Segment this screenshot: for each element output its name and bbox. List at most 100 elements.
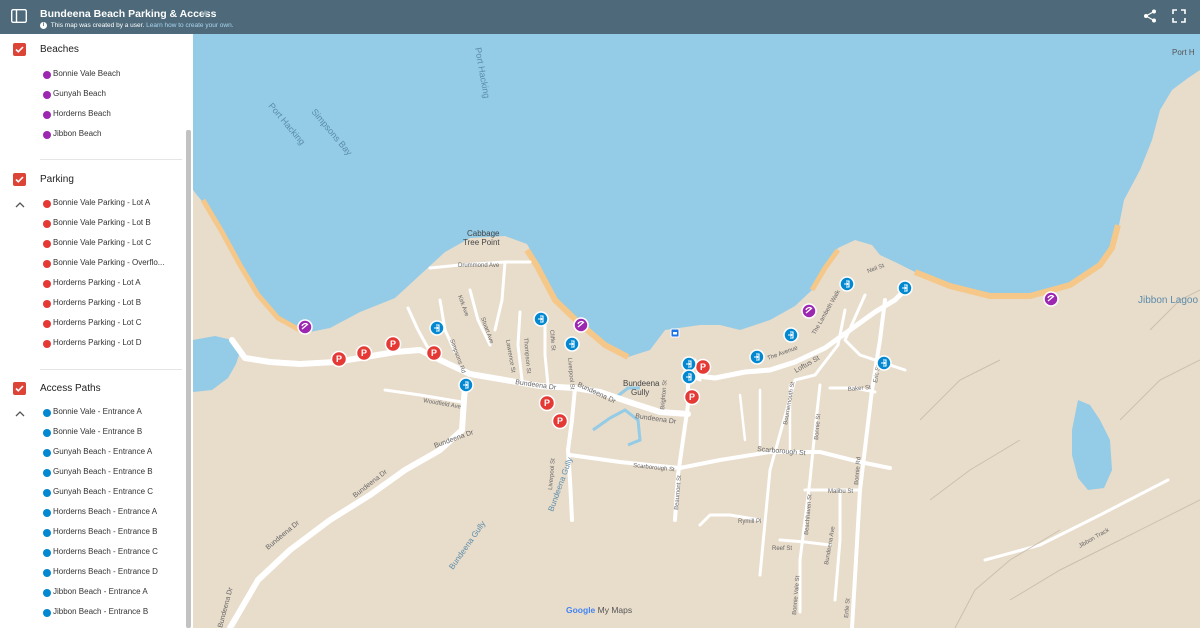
- list-item-parking[interactable]: Horderns Parking - Lot C: [0, 314, 185, 334]
- list-item-access[interactable]: Horderns Beach - Entrance C: [0, 543, 185, 563]
- beach-marker: [573, 317, 589, 333]
- parking-glyph: P: [361, 348, 367, 358]
- learn-more-link[interactable]: Learn how to create your own.: [146, 22, 233, 29]
- entrance-icon: [43, 489, 51, 497]
- layer-header-parking[interactable]: Parking: [0, 167, 185, 193]
- item-label: Jibbon Beach - Entrance A: [53, 587, 148, 596]
- list-item-access[interactable]: Jibbon Beach - Entrance B: [0, 603, 185, 623]
- list-item-access[interactable]: Bonnie Vale - Entrance B: [0, 423, 185, 443]
- water-label: Jibbon Lagoo: [1138, 295, 1198, 306]
- place-label: Bundeena: [623, 379, 660, 388]
- entrance-marker: [458, 377, 474, 393]
- parking-icon: [43, 260, 51, 268]
- item-label: Horderns Parking - Lot B: [53, 298, 142, 307]
- layer-name: Parking: [40, 174, 74, 185]
- list-item-access[interactable]: Horderns Beach - Entrance A: [0, 503, 185, 523]
- parking-icon: [43, 200, 51, 208]
- entrance-marker: [897, 280, 913, 296]
- entrance-icon: [43, 449, 51, 457]
- list-item-parking[interactable]: Horderns Parking - Lot B: [0, 294, 185, 314]
- place-label: Gully: [631, 388, 649, 397]
- list-item-beach[interactable]: Gunyah Beach: [0, 85, 185, 105]
- layer-header-beaches[interactable]: Beaches: [0, 37, 185, 63]
- layer-checkbox[interactable]: [13, 382, 26, 395]
- list-item-access[interactable]: Horderns Beach - Entrance D: [0, 563, 185, 583]
- beach-umbrella-icon: [43, 71, 51, 79]
- fullscreen-icon[interactable]: [1172, 9, 1186, 23]
- beach-marker: [801, 303, 817, 319]
- place-label: Tree Point: [463, 238, 500, 247]
- beach-marker: [297, 319, 313, 335]
- map-subtitle: i This map was created by a user. Learn …: [40, 22, 234, 29]
- list-item-beach[interactable]: Jibbon Beach: [0, 125, 185, 145]
- map-canvas[interactable]: Port Hacking Port Hacking Simpsons Bay P…: [193, 34, 1200, 628]
- entrance-marker: [783, 327, 799, 343]
- parking-glyph: P: [557, 416, 563, 426]
- item-label: Horderns Parking - Lot C: [53, 318, 142, 327]
- layer-checkbox[interactable]: [13, 43, 26, 56]
- layer-divider: [40, 369, 182, 370]
- item-label: Gunyah Beach - Entrance B: [53, 467, 153, 476]
- place-label: Cabbage: [467, 229, 500, 238]
- item-label: Gunyah Beach - Entrance A: [53, 447, 153, 456]
- list-item-access[interactable]: Jibbon Beach - Entrance A: [0, 583, 185, 603]
- my-maps-label: My Maps: [597, 605, 633, 615]
- entrance-icon: [43, 569, 51, 577]
- layer-divider: [40, 159, 182, 160]
- entrance-marker: [681, 369, 697, 385]
- list-item-parking[interactable]: Bonnie Vale Parking - Lot A: [0, 194, 185, 214]
- item-label: Gunyah Beach - Entrance C: [53, 487, 154, 496]
- layer-name: Beaches: [40, 44, 79, 55]
- beach-umbrella-icon: [43, 91, 51, 99]
- list-item-beach[interactable]: Bonnie Vale Beach: [0, 65, 185, 85]
- list-item-parking[interactable]: Bonnie Vale Parking - Overflo...: [0, 254, 185, 274]
- parking-glyph: P: [390, 339, 396, 349]
- street-label: Malibu St: [828, 489, 853, 495]
- layer-checkbox[interactable]: [13, 173, 26, 186]
- list-item-access[interactable]: Horderns Beach - Entrance B: [0, 523, 185, 543]
- item-label: Horderns Beach - Entrance B: [53, 527, 158, 536]
- sidebar-scrollbar[interactable]: [186, 130, 191, 628]
- list-item-parking[interactable]: Horderns Parking - Lot D: [0, 334, 185, 354]
- share-icon[interactable]: [1143, 9, 1157, 23]
- layers-panel: Beaches Bonnie Vale Beach Gunyah Beach H…: [0, 34, 193, 628]
- list-item-access[interactable]: Gunyah Beach - Entrance A: [0, 443, 185, 463]
- street-label: Reef St: [772, 546, 792, 552]
- list-item-parking[interactable]: Horderns Parking - Lot A: [0, 274, 185, 294]
- parking-marker: P: [683, 388, 701, 406]
- list-item-access[interactable]: Gunyah Beach - Entrance C: [0, 483, 185, 503]
- item-label: Horderns Beach - Entrance C: [53, 547, 158, 556]
- entrance-marker: [749, 349, 765, 365]
- item-label: Horderns Beach - Entrance D: [53, 567, 158, 576]
- layer-header-access-paths[interactable]: Access Paths: [0, 376, 185, 402]
- item-label: Bonnie Vale - Entrance A: [53, 407, 142, 416]
- item-label: Bonnie Vale Parking - Lot B: [53, 218, 151, 227]
- item-label: Bonnie Vale Parking - Overflo...: [53, 258, 165, 267]
- list-item-access[interactable]: Gunyah Beach - Entrance B: [0, 463, 185, 483]
- list-item-parking[interactable]: Bonnie Vale Parking - Lot B: [0, 214, 185, 234]
- sidebar-toggle-icon[interactable]: [11, 9, 27, 23]
- parking-glyph: P: [544, 398, 550, 408]
- parking-glyph: P: [431, 348, 437, 358]
- list-item-beach[interactable]: Horderns Beach: [0, 105, 185, 125]
- item-label: Bonnie Vale Parking - Lot A: [53, 198, 151, 207]
- star-icon[interactable]: ★: [201, 8, 209, 19]
- item-label: Horderns Beach - Entrance A: [53, 507, 158, 516]
- list-item-parking[interactable]: Bonnie Vale Parking - Lot C: [0, 234, 185, 254]
- beach-umbrella-icon: [43, 131, 51, 139]
- entrance-icon: [43, 609, 51, 617]
- street-label: Drummond Ave: [458, 263, 500, 269]
- google-logo: Google: [566, 605, 596, 615]
- entrance-icon: [43, 509, 51, 517]
- parking-glyph: P: [689, 392, 695, 402]
- list-item-access[interactable]: Bonnie Vale - Entrance A: [0, 403, 185, 423]
- entrance-icon: [43, 409, 51, 417]
- item-label: Bonnie Vale - Entrance B: [53, 427, 143, 436]
- layer-name: Access Paths: [40, 383, 101, 394]
- top-bar: Bundeena Beach Parking & Access ★ i This…: [0, 0, 1200, 34]
- ferry-wharf-icon: [670, 328, 680, 338]
- entrance-icon: [43, 549, 51, 557]
- item-label: Horderns Beach: [53, 109, 111, 118]
- entrance-marker: [681, 356, 697, 372]
- street-label: Rymill Pl: [738, 519, 761, 525]
